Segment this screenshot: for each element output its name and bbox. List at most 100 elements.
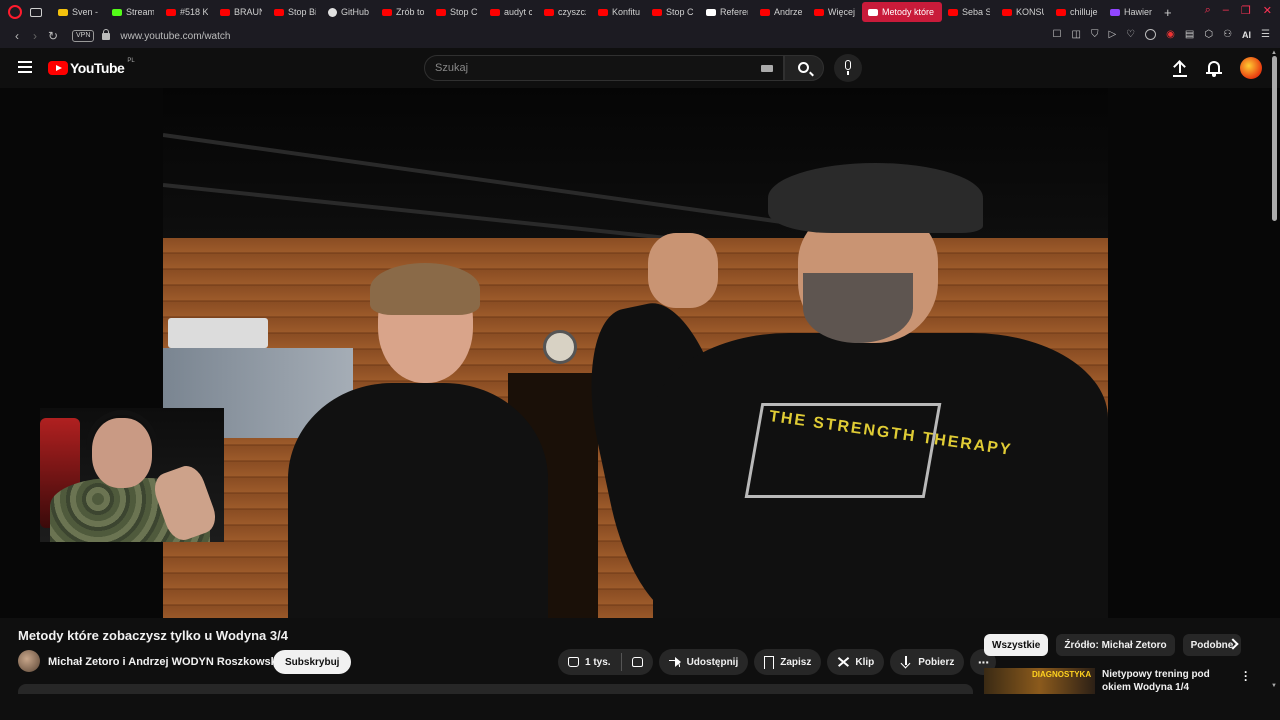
dislike-button[interactable] [622, 649, 653, 675]
keyboard-icon[interactable] [761, 65, 773, 72]
recommendation-title[interactable]: Nietypowy trening pod okiem Wodyna 1/4 [1102, 668, 1232, 694]
youtube-favicon-icon [274, 8, 284, 16]
browser-tab[interactable]: Referen [700, 2, 754, 22]
youtube-play-icon [48, 61, 68, 75]
wallet-icon[interactable]: ▤ [1185, 29, 1194, 40]
minimize-icon[interactable]: – [1223, 4, 1229, 17]
subscribe-button[interactable]: Subskrybuj [273, 650, 352, 674]
url-field[interactable]: www.youtube.com/watch [120, 31, 230, 42]
browser-tab-label: Sven - [72, 7, 99, 17]
voice-search-button[interactable] [834, 54, 862, 82]
browser-tab[interactable]: BRAUN [214, 2, 268, 22]
browser-tab[interactable]: Stop Cl [430, 2, 484, 22]
bookmark-page-icon[interactable]: ☐ [1053, 29, 1062, 40]
upload-icon[interactable] [1172, 59, 1188, 77]
crown-favicon-icon [58, 8, 68, 16]
browser-tab[interactable]: Zrób to [376, 2, 430, 22]
browser-tab[interactable]: Hawier [1104, 2, 1158, 22]
like-button[interactable]: 1 tys. [558, 649, 621, 675]
video-actions: 1 tys. Udostępnij Zapisz Klip Pobierz ··… [558, 649, 997, 675]
heart-icon[interactable]: ♡ [1126, 29, 1135, 40]
channel-avatar[interactable] [18, 650, 40, 672]
browser-tab[interactable]: Konfitu [592, 2, 646, 22]
clip-button[interactable]: Klip [827, 649, 885, 675]
browser-tab[interactable]: Stop Bi [268, 2, 322, 22]
download-icon [900, 656, 912, 668]
lock-icon[interactable] [102, 28, 111, 40]
chip-all[interactable]: Wszystkie [984, 634, 1049, 656]
maximize-icon[interactable]: ❐ [1241, 4, 1251, 17]
search-box [424, 55, 784, 81]
youtube-favicon-icon [220, 8, 230, 16]
extensions-icon[interactable]: ⬡ [1204, 29, 1213, 40]
forward-icon[interactable]: › [26, 29, 44, 43]
video-frame[interactable]: THE STRENGTH THERAPY [163, 88, 1108, 618]
browser-tab-label: BRAUN [234, 7, 262, 17]
browser-tab-label: Zrób to [396, 7, 424, 17]
youtube-favicon-icon [760, 8, 770, 16]
scroll-down-arrow-icon[interactable]: ▼ [1271, 683, 1277, 689]
browser-tab[interactable]: Seba S [942, 2, 996, 22]
menu-icon[interactable] [18, 61, 32, 73]
search-input[interactable] [425, 56, 725, 80]
extension-badge-icon[interactable]: ◉ [1166, 29, 1175, 40]
vpn-badge[interactable]: VPN [72, 30, 95, 42]
streamer-webcam-overlay [40, 408, 224, 542]
easy-setup-icon[interactable]: ☰ [1261, 29, 1270, 40]
browser-tab[interactable]: Więcej [808, 2, 862, 22]
video-title: Metody które zobaczysz tylko u Wodyna 3/… [18, 628, 288, 643]
back-icon[interactable]: ‹ [8, 29, 26, 43]
browser-tab-label: Stop Cl [666, 7, 694, 17]
browser-tab[interactable]: Sven - [52, 2, 106, 22]
microphone-icon [845, 60, 851, 70]
aria-ai-button[interactable]: AI [1242, 30, 1251, 40]
snapshot-icon[interactable]: ◫ [1072, 29, 1081, 40]
region-code: PL [127, 58, 135, 64]
browser-tab[interactable]: GitHub [322, 2, 376, 22]
workspaces-icon[interactable] [30, 7, 42, 17]
video-player[interactable]: THE STRENGTH THERAPY [0, 88, 1280, 618]
address-bar: ‹ › ↻ VPN www.youtube.com/watch ☐ ◫ ⛉ ▷ … [0, 24, 1280, 48]
opera-logo-icon[interactable] [8, 5, 22, 19]
share-icon [668, 656, 681, 668]
user-avatar[interactable] [1240, 57, 1262, 79]
browser-tab[interactable]: Stream [106, 2, 160, 22]
save-button[interactable]: Zapisz [754, 649, 822, 675]
browser-tab-label: Stop Bi [288, 7, 316, 17]
channel-name[interactable]: Michał Zetoro i Andrzej WODYN Roszkowski [48, 656, 280, 668]
account-icon[interactable]: ⚇ [1223, 29, 1232, 40]
share-button[interactable]: Udostępnij [658, 649, 749, 675]
twitch-favicon-icon [1110, 8, 1120, 16]
download-button[interactable]: Pobierz [890, 649, 965, 675]
browser-tab[interactable]: KONSU [996, 2, 1050, 22]
browser-tab[interactable]: Stop Cl [646, 2, 700, 22]
description-box[interactable] [18, 684, 973, 694]
browser-tab-label: audyt c [504, 7, 532, 17]
browser-tab[interactable]: Andrze [754, 2, 808, 22]
browser-tab[interactable]: czyszcz [538, 2, 592, 22]
youtube-logo[interactable]: YouTube PL [48, 58, 135, 76]
new-tab-button[interactable]: + [1164, 5, 1172, 20]
shield-icon[interactable]: ⛉ [1091, 29, 1099, 40]
browser-tab-label: Więcej [828, 7, 856, 17]
youtube-favicon-icon [598, 8, 608, 16]
chip-source[interactable]: Źródło: Michał Zetoro [1056, 634, 1175, 656]
notifications-bell-icon[interactable] [1206, 59, 1222, 77]
recommendation-thumbnail[interactable]: DIAGNOSTYKA [984, 668, 1095, 694]
tab-search-icon[interactable]: ⌕ [1205, 4, 1211, 17]
save-label: Zapisz [780, 656, 812, 668]
browser-tab[interactable]: chilluje [1050, 2, 1104, 22]
extension-icon[interactable] [1145, 29, 1157, 40]
window-controls: ⌕ – ❐ ✕ [1205, 4, 1272, 17]
youtube-header: YouTube PL [0, 48, 1280, 88]
browser-tab[interactable]: #518 K [160, 2, 214, 22]
search-button[interactable] [784, 55, 824, 81]
browser-tab-active[interactable]: Metody które [862, 2, 942, 22]
recommendation-menu-icon[interactable]: · · · [1244, 666, 1248, 686]
play-icon[interactable]: ▷ [1108, 29, 1116, 40]
browser-tab[interactable]: audyt c [484, 2, 538, 22]
youtube-favicon-icon [868, 8, 878, 16]
reload-icon[interactable]: ↻ [44, 29, 62, 43]
close-window-icon[interactable]: ✕ [1263, 4, 1272, 17]
page-scrollbar[interactable] [1272, 56, 1277, 221]
